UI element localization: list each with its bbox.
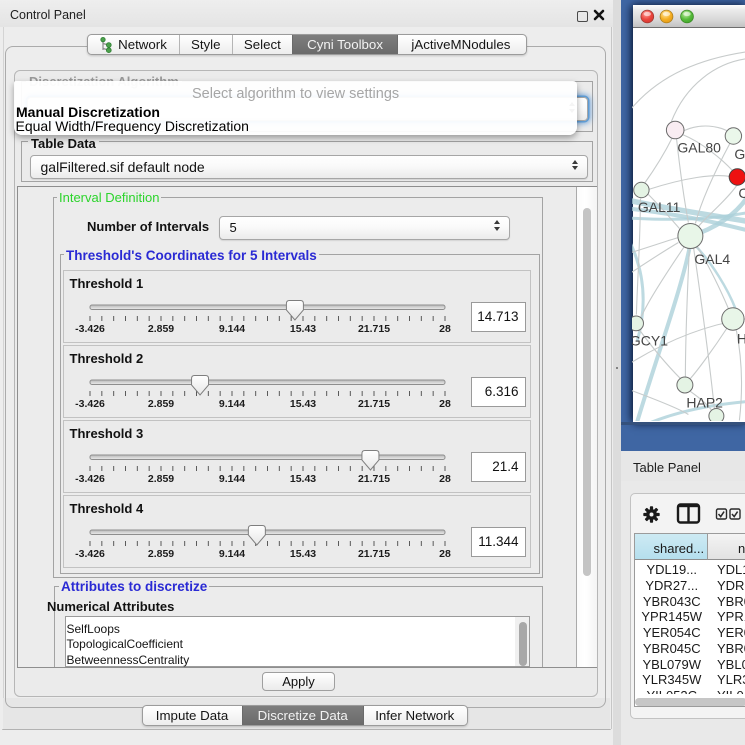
svg-text:GCY1: GCY1 — [632, 332, 668, 348]
svg-text:G.: G. — [734, 146, 745, 162]
svg-text:GAL4: GAL4 — [694, 250, 730, 266]
svg-text:C: C — [738, 185, 745, 201]
svg-text:H: H — [736, 330, 744, 346]
svg-text:HAP2: HAP2 — [686, 394, 723, 410]
svg-text:GAL11: GAL11 — [637, 199, 680, 215]
svg-text:GAL80: GAL80 — [677, 139, 721, 155]
